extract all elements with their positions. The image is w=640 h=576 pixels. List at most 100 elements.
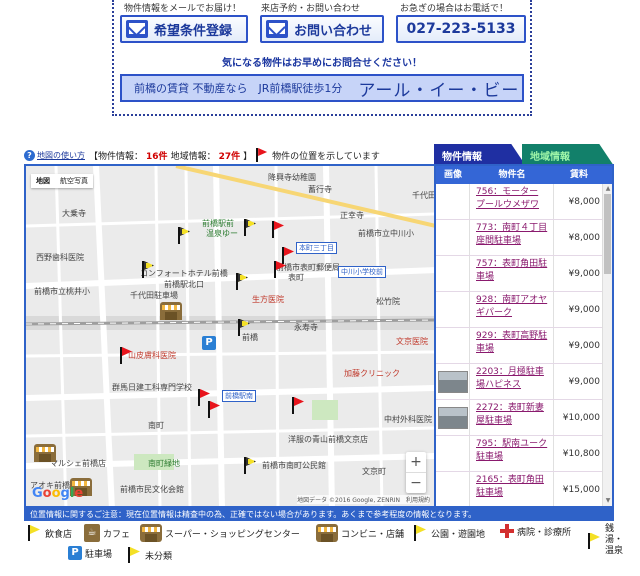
map-label: 生方医院	[252, 295, 284, 304]
property-name-link[interactable]: 773：南町４丁目 座間駐車場	[470, 220, 554, 255]
legend-label: スーパー・ショッピングセンター	[165, 529, 300, 540]
property-image-cell	[436, 256, 470, 291]
shopping-center-icon[interactable]	[34, 444, 56, 462]
supermarket-icon	[140, 524, 162, 542]
register-caption: 物件情報をメールでお届け！	[124, 4, 242, 14]
legend-unclassified: 未分類	[126, 546, 172, 564]
map-label: 降興寺幼稚園	[268, 173, 316, 182]
scroll-thumb[interactable]	[604, 194, 611, 274]
map-attribution[interactable]: 地図データ ©2016 Google, ZENRIN 利用規約	[297, 495, 430, 504]
red-flag-marker[interactable]	[206, 400, 222, 418]
tab-area-info[interactable]: 地域情報	[522, 144, 614, 166]
map-label: 前橋市立中川小	[358, 229, 414, 238]
property-name-link[interactable]: 928：南町アオヤ ギパーク	[470, 292, 554, 327]
map-type-satellite[interactable]: 航空写真	[55, 174, 93, 188]
phone-number: 027-223-5133	[406, 21, 516, 37]
yellow-flag-marker[interactable]	[234, 272, 250, 290]
map-label: マルシェ前橋店	[50, 459, 106, 468]
property-price: ¥8,000	[568, 196, 601, 207]
red-flag-marker[interactable]	[118, 346, 134, 364]
property-image-cell	[436, 184, 470, 219]
red-flag-marker[interactable]	[272, 260, 288, 278]
map-label: 山皮膚科医院	[128, 351, 176, 360]
property-name-link[interactable]: 2165：表町角田 駐車場	[470, 472, 554, 506]
zoom-out-button[interactable]: −	[406, 473, 426, 493]
legend-bath: 銭湯・温泉	[586, 524, 623, 557]
table-row[interactable]: 929：表町高野駐 車場 ¥9,000	[436, 328, 604, 364]
property-name-link[interactable]: 795：駅南ユーク 駐車場	[470, 436, 554, 471]
table-row[interactable]: 2203：月極駐車 場ハピネス ¥9,000	[436, 364, 604, 400]
map-label: 前橋駅南	[222, 390, 256, 402]
table-row[interactable]: 756：モーター プールウメザワ ¥8,000	[436, 184, 604, 220]
map-label: 温泉ゆー	[206, 229, 238, 238]
google-logo: Google	[32, 486, 84, 501]
legend-restaurant: 飲食店	[26, 524, 72, 542]
help-icon[interactable]: ?	[24, 149, 35, 161]
red-flag-marker[interactable]	[290, 396, 306, 414]
map-summary-bar: ? 地図の使い方 【 物件情報： 16件 地域情報： 27件 】 物件の位置を示…	[24, 146, 434, 164]
zoom-control: + −	[406, 452, 426, 493]
property-thumbnail[interactable]	[437, 370, 468, 393]
red-flag-marker[interactable]	[270, 220, 286, 238]
contact-label: お問い合わせ	[294, 23, 373, 39]
property-name-link[interactable]: 756：モーター プールウメザワ	[470, 184, 554, 219]
hospital-cross-icon	[500, 524, 514, 538]
area-count-label: 地域情報：	[170, 151, 216, 162]
map-type-map[interactable]: 地図	[31, 174, 55, 188]
map-label: 表町	[288, 273, 304, 282]
map-label: 南町緑地	[148, 459, 180, 468]
table-row[interactable]: 795：駅南ユーク 駐車場 ¥10,800	[436, 436, 604, 472]
shopping-center-icon[interactable]	[160, 302, 182, 320]
map-label: 群馬日建工科専門学校	[112, 383, 192, 392]
property-name-link[interactable]: 757：表町角田駐 車場	[470, 256, 554, 291]
col-image-header: 画像	[443, 170, 462, 180]
property-image-cell	[436, 472, 470, 506]
property-name-link[interactable]: 929：表町高野駐 車場	[470, 328, 554, 363]
legend-parking: P 駐車場	[68, 546, 112, 560]
summary-close-bracket: 】	[243, 151, 253, 162]
parking-icon[interactable]: P	[202, 336, 216, 350]
phone-button[interactable]: 027-223-5133	[396, 15, 526, 43]
legend-supermarket: スーパー・ショッピングセンター	[140, 524, 300, 542]
tab-property-info[interactable]: 物件情報	[434, 144, 526, 166]
legend-label: 銭湯・温泉	[605, 524, 624, 556]
yellow-flag-marker[interactable]	[140, 260, 156, 278]
map-howto-link[interactable]: 地図の使い方	[37, 150, 85, 161]
map-label: 本町三丁目	[296, 242, 337, 254]
property-table-header: 画像 物件名 賃料	[436, 166, 612, 184]
map-label: 蓄行寺	[308, 185, 332, 194]
agency-banner[interactable]: 前橋の賃貸 不動産なら JR前橋駅徒歩1分 アール・イー・ビー	[120, 74, 524, 102]
table-row[interactable]: 773：南町４丁目 座間駐車場 ¥8,000	[436, 220, 604, 256]
yellow-flag-marker[interactable]	[242, 456, 258, 474]
map-label: 前橋駅北口	[164, 280, 204, 289]
zoom-in-button[interactable]: +	[406, 452, 426, 472]
map-legend: 飲食店 ☕ カフェ スーパー・ショッピングセンター コンビニ・店舗 公園・遊園地…	[26, 524, 626, 576]
table-row[interactable]: 2272：表町新妻 屋駐車場 ¥10,000	[436, 400, 604, 436]
table-row[interactable]: 757：表町角田駐 車場 ¥9,000	[436, 256, 604, 292]
property-thumbnail[interactable]	[437, 406, 468, 429]
map-label: 加藤クリニック	[344, 369, 400, 378]
contact-button[interactable]: お問い合わせ	[260, 15, 384, 43]
property-name-link[interactable]: 2272：表町新妻 屋駐車場	[470, 400, 554, 435]
scroll-down-icon[interactable]: ▼	[604, 497, 612, 505]
map-label: 中村外科医院	[384, 415, 432, 424]
table-row[interactable]: 2165：表町角田 駐車場 ¥15,000	[436, 472, 604, 506]
register-conditions-button[interactable]: 希望条件登録	[120, 15, 248, 43]
property-table-body: 756：モーター プールウメザワ ¥8,000 773：南町４丁目 座間駐車場 ¥8,…	[436, 184, 604, 506]
yellow-flag-marker[interactable]	[236, 318, 252, 336]
map-label: 洋服の青山前橋文京店	[288, 435, 368, 444]
property-name-link[interactable]: 2203：月極駐車 場ハピネス	[470, 364, 554, 399]
yellow-flag-marker[interactable]	[242, 218, 258, 236]
map-label: 前橋市民文化会館	[120, 485, 184, 494]
map-view[interactable]: 地図 航空写真 降興寺幼稚園 蓄行寺 大乗寺 正幸寺 千代田町 前橋駅前 温泉ゆ…	[24, 164, 434, 508]
property-image-cell	[436, 292, 470, 327]
legend-label: カフェ	[103, 529, 131, 540]
property-list-panel: 画像 物件名 賃料 756：モーター プールウメザワ ¥8,000 773：南町４丁…	[434, 164, 614, 508]
park-flag-icon	[412, 524, 428, 542]
scroll-up-icon[interactable]: ▲	[604, 185, 612, 193]
yellow-flag-marker[interactable]	[176, 226, 192, 244]
property-list-scrollbar[interactable]: ▲ ▼	[602, 184, 612, 506]
table-row[interactable]: 928：南町アオヤ ギパーク ¥9,000	[436, 292, 604, 328]
info-tabs: 物件情報 地域情報	[434, 144, 614, 166]
legend-convenience: コンビニ・店舗	[316, 524, 404, 542]
